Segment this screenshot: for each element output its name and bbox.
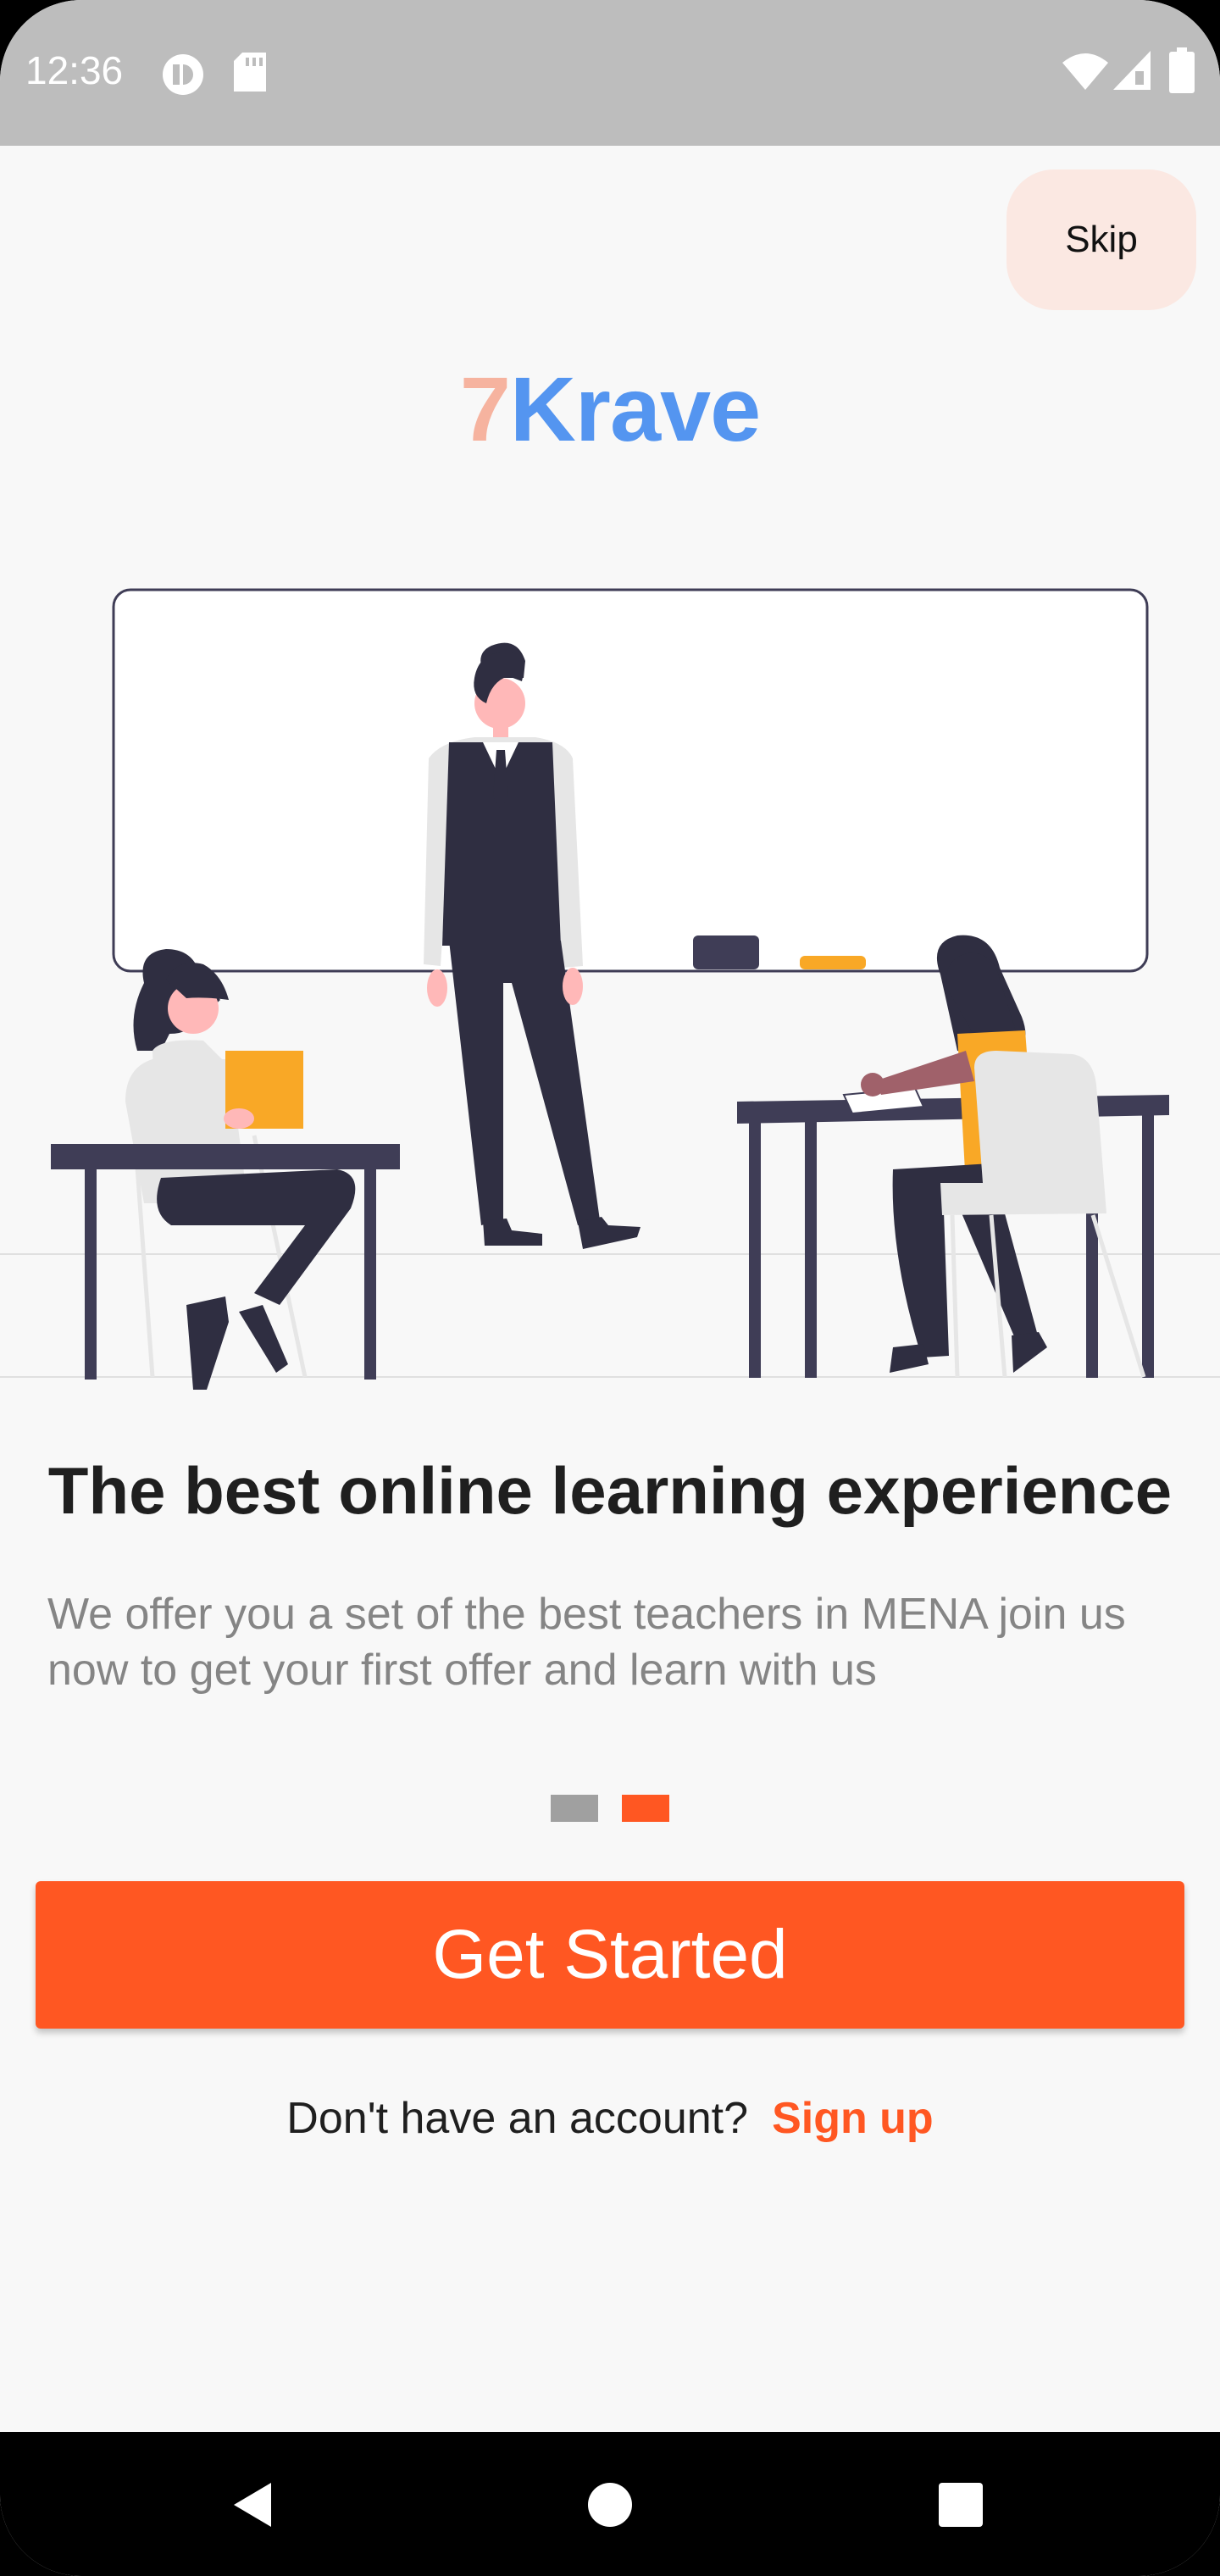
signup-row: Don't have an account? Sign up: [0, 2093, 1220, 2144]
logo-seven: 7: [459, 358, 511, 460]
back-icon[interactable]: [229, 2479, 276, 2530]
app-logo: 7Krave: [0, 356, 1220, 462]
page-indicator-1[interactable]: [551, 1795, 598, 1822]
sd-card-icon: [234, 53, 266, 92]
classroom-illustration: [0, 588, 1220, 1390]
signup-prompt: Don't have an account?: [286, 2094, 749, 2143]
whiteboard: [112, 588, 1149, 973]
left-student-figure: [51, 949, 400, 1390]
wifi-icon: [1062, 53, 1108, 90]
signup-link[interactable]: Sign up: [772, 2094, 934, 2143]
page-indicator-2-active[interactable]: [622, 1795, 669, 1822]
cast-icon: [163, 54, 203, 95]
status-time: 12:36: [25, 48, 124, 92]
get-started-button[interactable]: Get Started: [36, 1881, 1184, 2029]
home-icon[interactable]: [586, 2481, 634, 2529]
logo-krave: Krave: [509, 358, 761, 460]
system-nav-bar: [0, 2432, 1220, 2576]
onboarding-description: We offer you a set of the best teachers …: [47, 1590, 1126, 1695]
signal-icon: [1113, 51, 1151, 90]
app-screen: 12:36 Skip 7Krave The best online learni…: [0, 0, 1220, 2576]
recents-icon[interactable]: [937, 2481, 984, 2529]
skip-button[interactable]: Skip: [1006, 169, 1196, 310]
status-bar: 12:36: [0, 0, 1220, 146]
onboarding-title: The best online learning experience: [47, 1453, 1173, 1528]
battery-icon: [1169, 47, 1195, 93]
right-student-figure: [737, 935, 1169, 1378]
